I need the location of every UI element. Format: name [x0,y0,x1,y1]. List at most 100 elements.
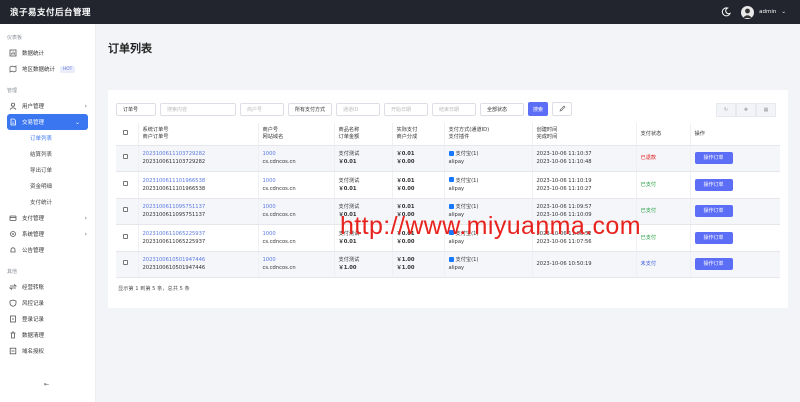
hot-badge: HOT [60,65,76,73]
merchant-link[interactable]: 1000 [263,257,276,263]
merchant-order-no: 2023100611095751137 [142,212,206,219]
order-link[interactable]: 2023100611065225937 [143,231,206,237]
operate-order-button[interactable]: 操作订单 [694,205,733,218]
product-name: 支付测试 [338,177,360,184]
shield-icon [9,299,17,307]
chevron-down-icon: ⌄ [74,118,80,126]
order-link[interactable]: 2023100611095751137 [143,204,206,210]
row-checkbox[interactable] [123,233,128,239]
row-select-cell[interactable] [116,251,139,278]
row-checkbox[interactable] [123,260,128,266]
operate-order-button[interactable]: 操作订单 [694,231,733,244]
end-date-input[interactable]: 结束日期 [432,102,476,116]
key-icon [9,347,17,355]
sidebar-item-trades[interactable]: 交易管理 ⌄ [7,114,88,130]
collapse-sidebar-icon[interactable]: ⇤ [44,381,49,388]
start-date-input[interactable]: 开始日期 [384,102,428,116]
row-checkbox[interactable] [123,154,128,160]
status-select[interactable]: 全部状态 [480,102,524,116]
method-cell: 支付宝(1) alipay [444,251,533,278]
columns-button[interactable]: ✥ [736,103,756,117]
moon-icon[interactable] [721,7,732,17]
user-menu[interactable]: admin ⌄ [741,5,786,19]
sidebar-item-risk[interactable]: 风控记录 [0,295,95,311]
pay-method-select[interactable]: 所有支付方式 [288,102,332,116]
merchant-link[interactable]: 1000 [263,151,276,157]
status-cell: 已退款 [636,145,691,172]
merchant-cell: 1000 cs.cdncos.cn [258,224,335,252]
sidebar-subitem-funds[interactable]: 资金明细 [0,178,95,194]
domain-text: cs.cdncos.cn [262,159,296,166]
sidebar-item-domain-auth[interactable]: 域名授权 [0,343,95,359]
operate-order-button[interactable]: 操作订单 [694,152,733,165]
row-select-cell[interactable] [116,171,139,199]
order-no-cell: 2023100610501947446 2023100610501947446 [138,251,259,278]
status-badge: 已支付 [640,234,657,241]
row-select-cell[interactable] [116,198,139,225]
sidebar-item-label: 风控记录 [22,301,45,307]
pencil-icon [559,105,566,114]
search-button[interactable]: 搜索 [528,102,548,116]
row-select-cell[interactable] [116,145,139,172]
order-link[interactable]: 2023100610501947446 [143,257,206,263]
sidebar-item-label: 系统管理 [22,232,45,238]
merchant-cell: 1000 cs.cdncos.cn [258,171,335,199]
merchant-link[interactable]: 1000 [263,204,276,210]
table-row: 2023100611101966538 2023100611101966538 10… [116,171,780,199]
pay-method: 支付宝(1) [455,257,479,264]
sidebar-item-region-stats[interactable]: 地区数据统计 HOT [0,61,95,77]
domain-text: cs.cdncos.cn [262,185,296,192]
refresh-icon: ↻ [723,107,729,113]
merchant-link[interactable]: 1000 [263,231,276,237]
sidebar-subitem-pay-stats[interactable]: 支付统计 [0,194,95,210]
alipay-icon [448,177,454,183]
move-icon: ✥ [743,107,749,113]
select-all-checkbox[interactable] [123,130,128,135]
sidebar-item-system[interactable]: 系统管理 › [0,226,95,242]
sidebar-item-users[interactable]: 用户管理 › [0,98,95,114]
select-all-cell[interactable] [116,123,139,146]
status-badge: 已支付 [640,181,657,188]
sidebar-item-stats[interactable]: 数据统计 [0,45,95,61]
sidebar-item-cleanup[interactable]: 数据清理 [0,327,95,343]
order-type-select[interactable]: 订单号 [116,102,156,116]
export-button[interactable]: ▦ [756,103,776,117]
product-name: 支付测试 [338,204,360,211]
chevron-right-icon: › [84,214,87,222]
transfer-icon [9,283,17,291]
order-no-cell: 2023100611095751137 2023100611095751137 [138,198,259,225]
edit-button[interactable] [552,102,572,116]
row-select-cell[interactable] [116,224,139,252]
search-input[interactable]: 搜索内容 [160,102,236,116]
merchant-link[interactable]: 1000 [263,178,276,184]
brand-title: 浪子易支付后台管理 [10,8,92,18]
sidebar-item-login-log[interactable]: 登录记录 [0,311,95,327]
sidebar-subitem-settlement[interactable]: 结算列表 [0,146,95,162]
order-link[interactable]: 2023100611101966538 [143,178,206,184]
sidebar-item-notices[interactable]: 公告管理 [0,242,95,258]
sidebar-item-payment[interactable]: 支付管理 › [0,210,95,226]
operate-order-button[interactable]: 操作订单 [694,178,733,191]
channel-input[interactable]: 通道ID [336,102,380,116]
sidebar-item-transfer[interactable]: 经营转账 [0,279,95,295]
status-badge: 已退款 [640,155,657,162]
time-cell: 2023-10-06 10:50:19 [532,251,637,278]
merchant-input[interactable]: 商户号 [240,102,284,116]
sidebar-item-label: 数据统计 [22,51,45,57]
sidebar-item-label: 数据清理 [22,333,45,339]
operate-order-button[interactable]: 操作订单 [694,258,733,271]
row-checkbox[interactable] [123,207,128,213]
order-link[interactable]: 2023100611103729282 [143,151,206,157]
row-checkbox[interactable] [123,180,128,186]
finished-time: 2023-10-06 11:10:27 [536,185,592,192]
sidebar-subitem-export[interactable]: 导出订单 [0,162,95,178]
section-dashboard: 仪表板 [7,35,23,41]
grid-icon: ▦ [763,107,769,113]
col-actions: 操作 [690,123,780,146]
order-no-cell: 2023100611065225937 2023100611065225937 [138,224,259,252]
status-badge: 已支付 [640,208,657,215]
pay-plugin: alipay [448,159,465,166]
refresh-button[interactable]: ↻ [716,103,736,117]
page-title: 订单列表 [108,42,152,55]
sidebar-subitem-order-list[interactable]: 订单列表 [0,130,95,146]
